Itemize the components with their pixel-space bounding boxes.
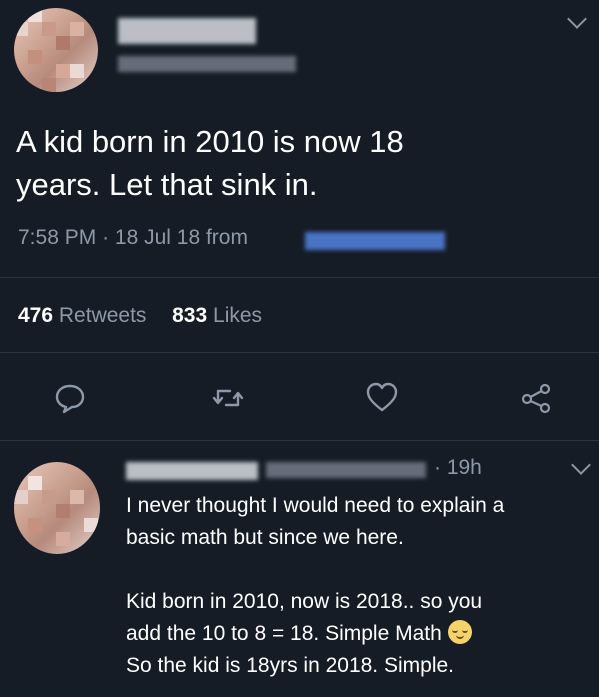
retweets-stat[interactable]: 476 Retweets [18, 304, 146, 327]
likes-label: Likes [213, 304, 263, 327]
author-name-redacted [118, 18, 256, 44]
divider [0, 440, 599, 441]
divider [0, 277, 599, 278]
reply-paragraph: I never thought I would need to explain … [126, 490, 596, 554]
reply-line4: add the 10 to 8 = 18. Simple Math [126, 622, 442, 645]
author-avatar[interactable] [14, 8, 98, 92]
tweet-date: 18 Jul 18 [114, 226, 201, 249]
author-handle-redacted [118, 56, 296, 72]
speech-bubble-icon[interactable] [52, 380, 88, 416]
retweets-label: Retweets [58, 304, 147, 327]
reply-author-name-redacted [126, 462, 258, 480]
reply-author-avatar[interactable] [14, 462, 100, 554]
tweet-time: 7:58 PM [18, 226, 97, 249]
tweet-screenshot: A kid born in 2010 is now 18 years. Let … [0, 0, 599, 697]
chevron-down-icon[interactable] [571, 455, 591, 475]
reply-line5: So the kid is 18yrs in 2018. Simple. [126, 654, 455, 677]
relieved-face-emoji-icon [447, 620, 472, 644]
reply-line2: basic math but since we here. [126, 526, 404, 549]
reply-line1: I never thought I would need to explain … [126, 494, 505, 517]
likes-count: 833 [172, 304, 208, 327]
tweet-text: A kid born in 2010 is now 18 years. Let … [16, 120, 556, 206]
tweet-text-line1: A kid born in 2010 is now 18 [16, 124, 404, 159]
retweet-icon[interactable] [210, 380, 246, 416]
heart-icon[interactable] [364, 380, 400, 416]
reply-paragraph: Kid born in 2010, now is 2018.. so you a… [126, 586, 596, 682]
reply-timestamp: · 19h [434, 456, 482, 479]
reply-line3: Kid born in 2010, now is 2018.. so you [126, 590, 483, 613]
divider [0, 352, 599, 353]
reply-author-handle-redacted [266, 462, 426, 478]
reply-text: I never thought I would need to explain … [126, 490, 596, 682]
tweet-text-line2: years. Let that sink in. [16, 167, 318, 202]
tweet-from-label: from [205, 226, 248, 249]
tweet-source-redacted[interactable] [305, 232, 445, 250]
chevron-down-icon[interactable] [567, 9, 587, 29]
retweets-count: 476 [18, 304, 54, 327]
tweet-timestamp: 7:58 PM · 18 Jul 18 from [18, 226, 248, 249]
reply-time: 19h [446, 456, 482, 479]
tweet-stats: 476 Retweets 833 Likes [18, 304, 262, 328]
share-icon[interactable] [518, 380, 554, 416]
likes-stat[interactable]: 833 Likes [172, 304, 262, 327]
